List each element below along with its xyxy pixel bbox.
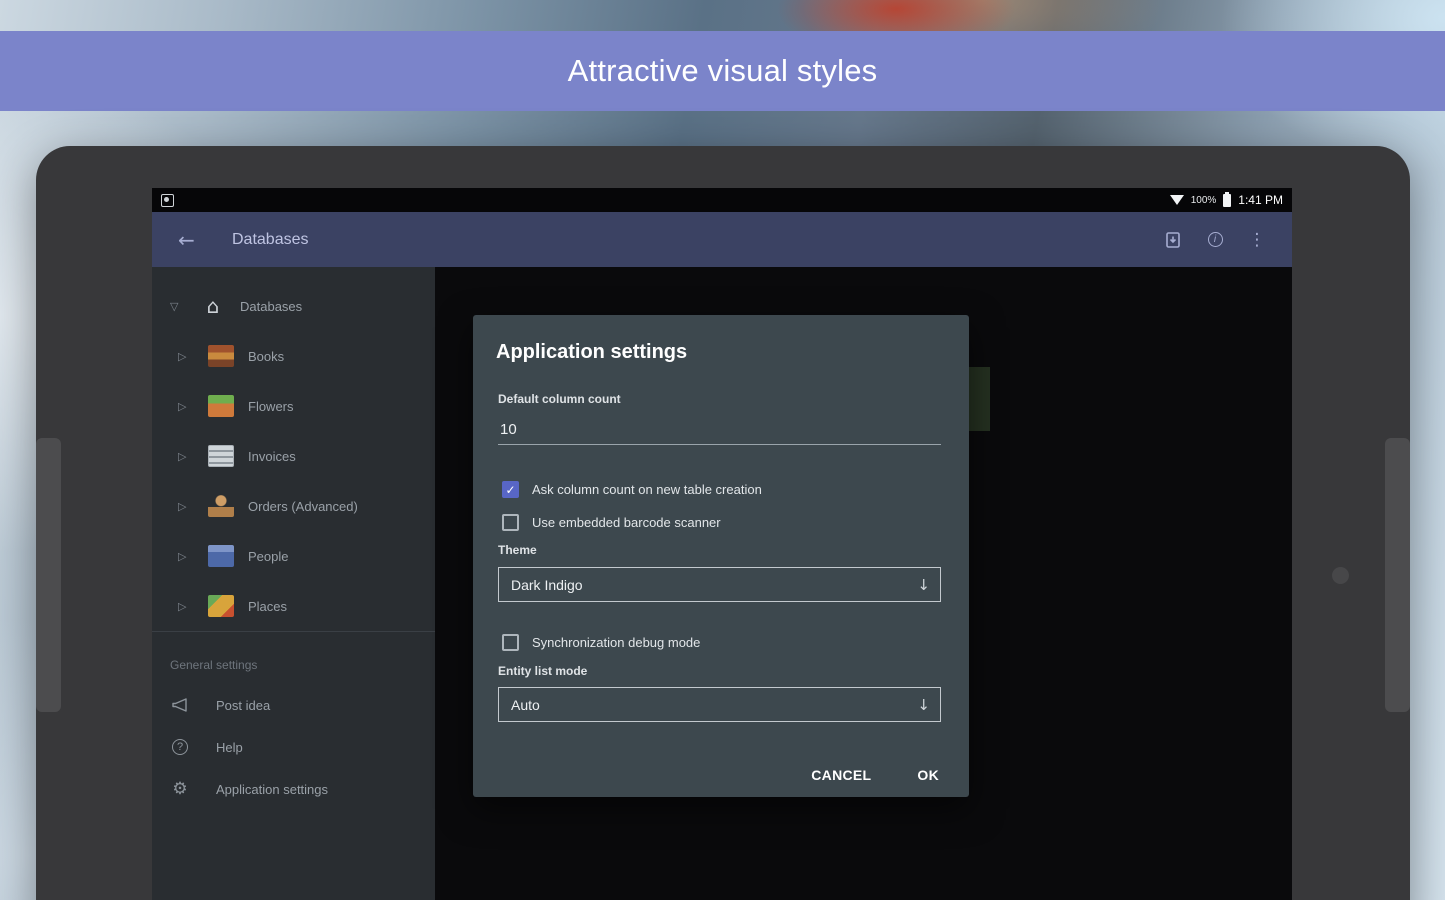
sidebar-item-label: Application settings <box>216 782 328 797</box>
sidebar-item-label: Places <box>248 599 287 614</box>
checkbox-label: Ask column count on new table creation <box>532 482 762 497</box>
flowers-icon <box>208 395 234 417</box>
sidebar-item-places[interactable]: ▷ Places <box>152 581 435 631</box>
entity-list-mode-dropdown[interactable]: Auto ↓ <box>498 687 941 722</box>
expand-icon[interactable]: ▷ <box>178 450 200 463</box>
status-time: 1:41 PM <box>1238 193 1283 207</box>
screen: 100% 1:41 PM ← Databases i ⋮ <box>152 188 1292 900</box>
sidebar-item-label: Books <box>248 349 284 364</box>
back-icon[interactable]: ← <box>178 228 212 252</box>
sidebar-section-label: General settings <box>152 632 435 684</box>
sidebar-item-label: Flowers <box>248 399 294 414</box>
people-icon <box>208 545 234 567</box>
cancel-button[interactable]: CANCEL <box>811 767 871 783</box>
help-glyph: ? <box>172 739 188 755</box>
application-settings-dialog: Application settings Default column coun… <box>473 315 969 797</box>
megaphone-icon <box>170 697 190 713</box>
gear-icon: ⚙ <box>170 779 190 799</box>
sidebar-item-help[interactable]: ? Help <box>152 726 435 768</box>
banner-title: Attractive visual styles <box>568 53 878 89</box>
status-bar: 100% 1:41 PM <box>152 188 1292 212</box>
app-body: ▽ ⌂ Databases ▷ Books ▷ Flowers ▷ <box>152 267 1292 900</box>
default-column-count-label: Default column count <box>498 392 969 406</box>
chevron-down-icon: ↓ <box>917 576 930 594</box>
checkbox-row-ask-column-count[interactable]: ✓ Ask column count on new table creation <box>502 481 969 498</box>
expand-icon[interactable]: ▷ <box>178 600 200 613</box>
checkbox-checked[interactable]: ✓ <box>502 481 519 498</box>
sidebar-item-label: Post idea <box>216 698 270 713</box>
checkbox-row-sync-debug[interactable]: Synchronization debug mode <box>502 634 969 651</box>
collapse-icon[interactable]: ▽ <box>170 300 192 313</box>
overflow-menu-icon[interactable]: ⋮ <box>1236 220 1278 260</box>
sidebar-item-label: Invoices <box>248 449 296 464</box>
invoices-icon <box>208 445 234 467</box>
expand-icon[interactable]: ▷ <box>178 550 200 563</box>
sidebar-item-people[interactable]: ▷ People <box>152 531 435 581</box>
sidebar-item-flowers[interactable]: ▷ Flowers <box>152 381 435 431</box>
orders-icon <box>208 495 234 517</box>
books-icon <box>208 345 234 367</box>
content-area: Application settings Default column coun… <box>435 267 1292 900</box>
info-icon[interactable]: i <box>1194 220 1236 260</box>
sidebar: ▽ ⌂ Databases ▷ Books ▷ Flowers ▷ <box>152 267 435 900</box>
checkbox-unchecked[interactable] <box>502 634 519 651</box>
sidebar-item-label: Help <box>216 740 243 755</box>
app-bar: ← Databases i ⋮ <box>152 212 1292 267</box>
left-page-indicator <box>36 438 61 712</box>
checkbox-row-barcode-scanner[interactable]: Use embedded barcode scanner <box>502 514 969 531</box>
expand-icon[interactable]: ▷ <box>178 350 200 363</box>
help-icon: ? <box>170 739 190 755</box>
sidebar-item-application-settings[interactable]: ⚙ Application settings <box>152 768 435 810</box>
battery-icon <box>1223 194 1231 207</box>
sidebar-item-post-idea[interactable]: Post idea <box>152 684 435 726</box>
tablet-camera <box>1332 567 1349 584</box>
sidebar-item-orders[interactable]: ▷ Orders (Advanced) <box>152 481 435 531</box>
ok-button[interactable]: OK <box>917 767 939 783</box>
sidebar-item-label: Databases <box>240 299 302 314</box>
export-save-icon[interactable] <box>1152 220 1194 260</box>
theme-dropdown[interactable]: Dark Indigo ↓ <box>498 567 941 602</box>
notification-icon <box>161 194 174 207</box>
banner: Attractive visual styles <box>0 31 1445 111</box>
tablet-frame: 100% 1:41 PM ← Databases i ⋮ <box>36 146 1410 900</box>
battery-percent: 100% <box>1191 195 1217 206</box>
sidebar-item-label: Orders (Advanced) <box>248 499 358 514</box>
home-icon: ⌂ <box>200 295 226 317</box>
wifi-icon <box>1170 195 1184 205</box>
sidebar-item-invoices[interactable]: ▷ Invoices <box>152 431 435 481</box>
theme-value: Dark Indigo <box>511 577 583 593</box>
gear-glyph: ⚙ <box>172 779 187 799</box>
chevron-down-icon: ↓ <box>917 696 930 714</box>
expand-icon[interactable]: ▷ <box>178 400 200 413</box>
checkbox-unchecked[interactable] <box>502 514 519 531</box>
entity-list-mode-value: Auto <box>511 697 540 713</box>
right-page-indicator <box>1385 438 1410 712</box>
info-letter: i <box>1208 232 1223 247</box>
default-column-count-input[interactable]: 10 <box>498 421 941 445</box>
checkbox-label: Synchronization debug mode <box>532 635 700 650</box>
expand-icon[interactable]: ▷ <box>178 500 200 513</box>
sidebar-item-books[interactable]: ▷ Books <box>152 331 435 381</box>
places-icon <box>208 595 234 617</box>
theme-label: Theme <box>498 543 969 557</box>
sidebar-item-label: People <box>248 549 288 564</box>
appbar-title: Databases <box>232 231 309 249</box>
sidebar-item-databases[interactable]: ▽ ⌂ Databases <box>152 281 435 331</box>
status-right-cluster: 100% 1:41 PM <box>1170 193 1283 207</box>
checkbox-label: Use embedded barcode scanner <box>532 515 721 530</box>
dialog-title: Application settings <box>496 341 969 364</box>
entity-list-mode-label: Entity list mode <box>498 664 969 678</box>
dialog-buttons: CANCEL OK <box>811 767 939 783</box>
